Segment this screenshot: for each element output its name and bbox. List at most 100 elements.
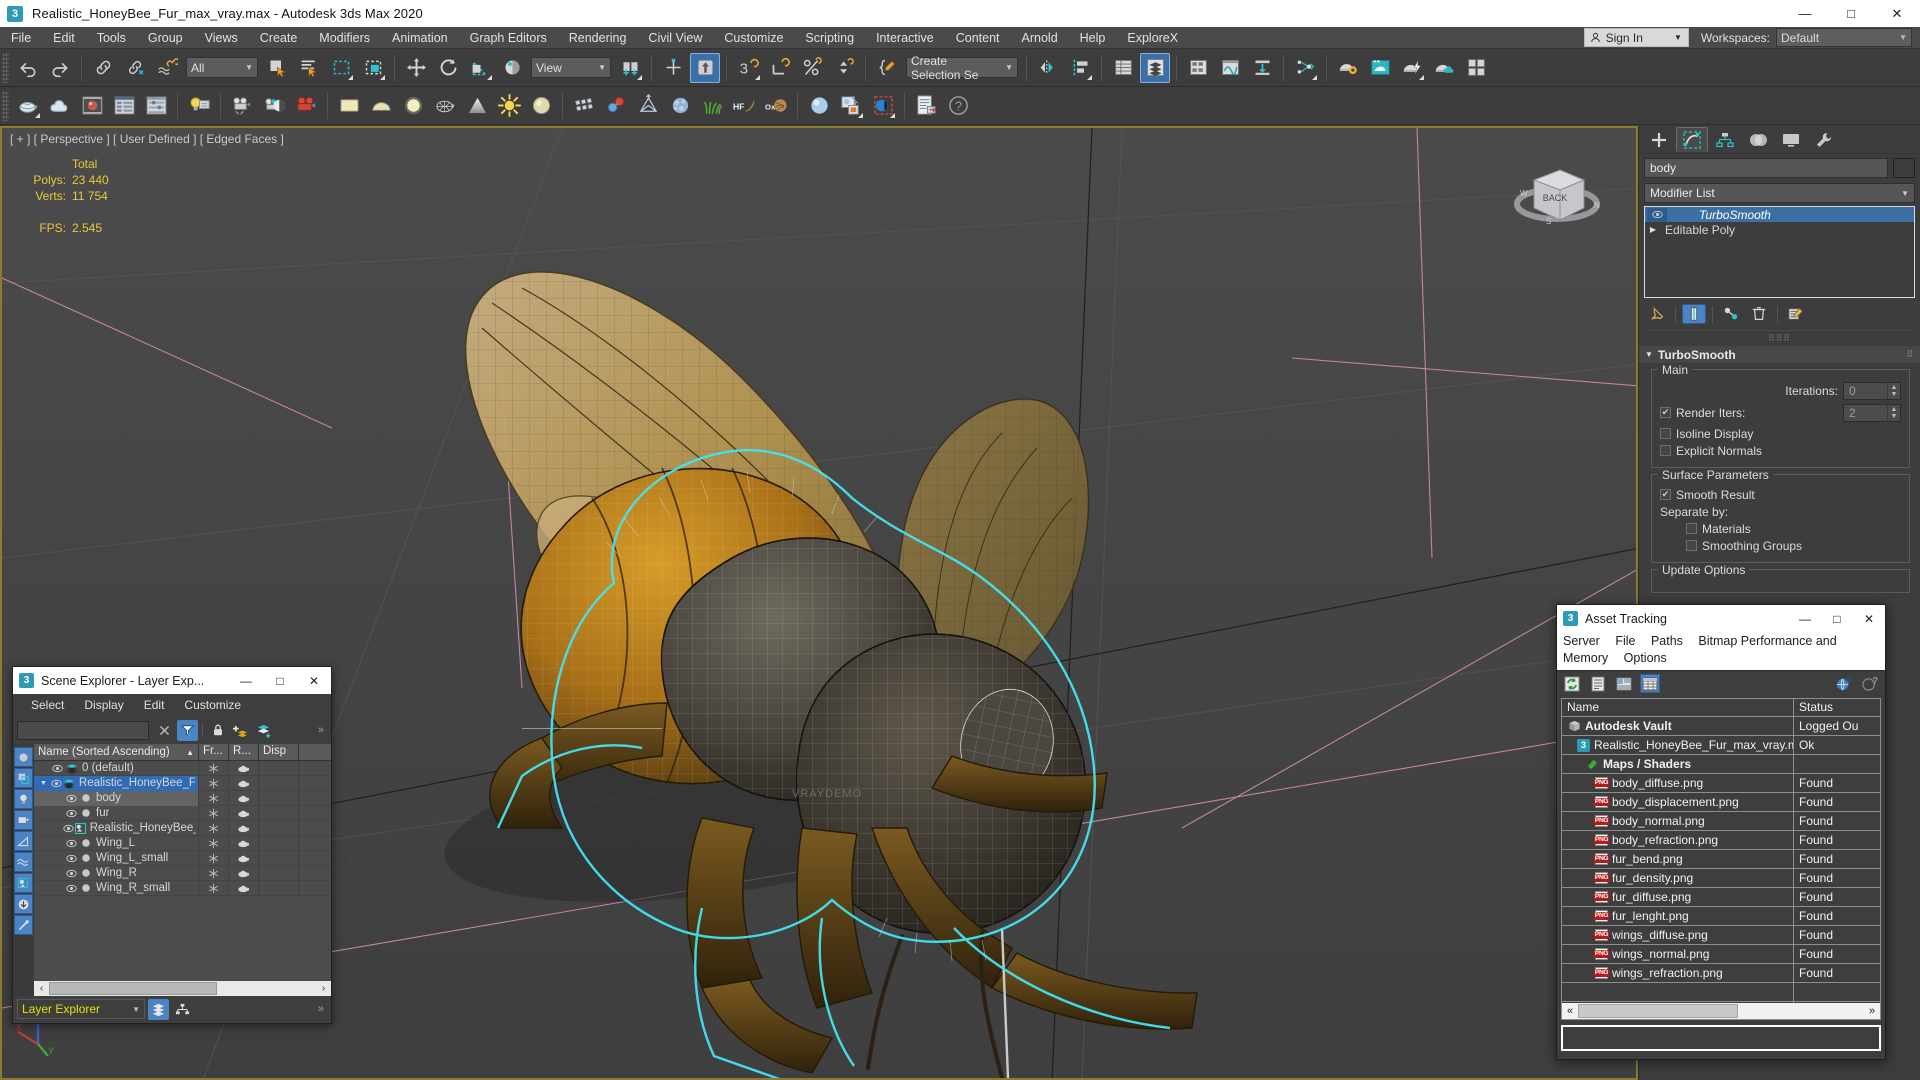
select-object-icon[interactable] bbox=[262, 53, 292, 83]
camera-sequencer-icon[interactable] bbox=[227, 91, 257, 121]
display-cell[interactable] bbox=[259, 760, 299, 776]
curve-editor-icon[interactable] bbox=[1215, 53, 1245, 83]
select-layer-objects-icon[interactable] bbox=[253, 720, 274, 741]
display-cell[interactable] bbox=[259, 775, 299, 791]
renderable-toggle-icon[interactable] bbox=[229, 865, 259, 881]
material-editor-icon[interactable] bbox=[1290, 53, 1320, 83]
se-menu-display[interactable]: Display bbox=[74, 698, 133, 712]
menu-customize[interactable]: Customize bbox=[713, 27, 794, 49]
remove-modifier-icon[interactable] bbox=[1747, 304, 1771, 324]
filter-shapes-icon[interactable] bbox=[14, 768, 33, 788]
expander-icon[interactable]: ▶ bbox=[1647, 225, 1659, 234]
menu-group[interactable]: Group bbox=[137, 27, 194, 49]
toggle-layer-explorer-icon[interactable] bbox=[1140, 52, 1170, 83]
vray-mesh-light-icon[interactable] bbox=[430, 91, 460, 121]
visibility-eye-icon[interactable] bbox=[65, 854, 78, 863]
use-pivot-point-center-icon[interactable] bbox=[615, 53, 645, 83]
scene-explorer-row[interactable]: body bbox=[34, 790, 331, 806]
edit-named-selection-sets-icon[interactable] bbox=[872, 53, 902, 83]
help-question-icon[interactable]: ? bbox=[1860, 674, 1880, 693]
scene-explorer-close[interactable]: ✕ bbox=[297, 667, 331, 694]
toolbar-grip[interactable] bbox=[2, 52, 9, 83]
lock-icon[interactable] bbox=[207, 720, 228, 741]
window-crossing-toggle-icon[interactable] bbox=[358, 53, 388, 83]
vray-hair-farm-icon[interactable]: HF bbox=[729, 91, 759, 121]
scroll-right-icon[interactable]: › bbox=[316, 983, 331, 994]
tab-hierarchy[interactable] bbox=[1709, 127, 1741, 152]
select-by-name-icon[interactable] bbox=[294, 53, 324, 83]
vray-scene-converter-icon[interactable] bbox=[911, 91, 941, 121]
add-layer-icon[interactable] bbox=[230, 720, 251, 741]
iterations-spinner[interactable]: 0 ▲ ▼ bbox=[1843, 381, 1901, 400]
asset-tracking-maximize[interactable]: □ bbox=[1821, 605, 1853, 632]
asset-tracking-row[interactable]: PNG fur_lenght.png Found bbox=[1562, 906, 1880, 926]
menu-edit[interactable]: Edit bbox=[42, 27, 86, 49]
menu-views[interactable]: Views bbox=[194, 27, 249, 49]
tab-display[interactable] bbox=[1775, 127, 1807, 152]
at-menu-paths[interactable]: Paths bbox=[1651, 634, 1689, 648]
layer-view-icon[interactable] bbox=[148, 998, 169, 1020]
column-header-name[interactable]: Name bbox=[1562, 699, 1794, 716]
physical-camera-exposure-icon[interactable] bbox=[259, 91, 289, 121]
se-menu-customize[interactable]: Customize bbox=[174, 698, 251, 712]
view-cube[interactable]: BACK W N S bbox=[1502, 146, 1612, 246]
display-cell[interactable] bbox=[259, 835, 299, 851]
filter-space-warps-icon[interactable] bbox=[14, 852, 33, 872]
asset-tracking-row[interactable]: PNG body_diffuse.png Found bbox=[1562, 773, 1880, 793]
visibility-eye-icon[interactable] bbox=[65, 809, 78, 818]
column-header-frozen[interactable]: Fr... bbox=[199, 744, 229, 760]
filter-icon[interactable] bbox=[177, 719, 198, 741]
turbosmooth-rollup-header[interactable]: ▼ TurboSmooth ⠿ bbox=[1639, 346, 1920, 363]
vray-fur-grass-icon[interactable] bbox=[697, 91, 727, 121]
scene-explorer-row[interactable]: Wing_L bbox=[34, 835, 331, 851]
menu-graph-editors[interactable]: Graph Editors bbox=[459, 27, 558, 49]
isoline-display-checkbox[interactable] bbox=[1660, 428, 1671, 439]
mirror-icon[interactable] bbox=[1033, 53, 1063, 83]
sign-in-button[interactable]: Sign In ▼ bbox=[1583, 28, 1689, 47]
rectangular-selection-region-icon[interactable] bbox=[326, 53, 356, 83]
vray-frame-buffer-icon[interactable] bbox=[868, 91, 898, 121]
at-menu-server[interactable]: Server bbox=[1563, 634, 1606, 648]
filter-geometry-icon[interactable] bbox=[14, 747, 33, 767]
explicit-normals-row[interactable]: Explicit Normals bbox=[1660, 442, 1901, 459]
asset-tracking-row[interactable]: 3 Realistic_HoneyBee_Fur_max_vray.max Ok bbox=[1562, 735, 1880, 755]
asset-tracking-row[interactable]: PNG wings_normal.png Found bbox=[1562, 944, 1880, 964]
light-lister-icon[interactable] bbox=[184, 91, 214, 121]
asset-tracking-row[interactable]: PNG fur_bend.png Found bbox=[1562, 849, 1880, 869]
asset-tracking-horizontal-scrollbar[interactable]: « » bbox=[1562, 1003, 1880, 1019]
spinner-snap-toggle-icon[interactable] bbox=[829, 53, 859, 83]
bind-to-space-warp-icon[interactable] bbox=[152, 53, 182, 83]
scene-explorer-maximize[interactable]: □ bbox=[263, 667, 297, 694]
select-and-rotate-icon[interactable] bbox=[433, 53, 463, 83]
scene-explorer-row[interactable]: Wing_R bbox=[34, 865, 331, 881]
vray-ies-light-icon[interactable] bbox=[462, 91, 492, 121]
asset-tracking-row[interactable]: Maps / Shaders bbox=[1562, 754, 1880, 774]
footer-overflow-icon[interactable]: » bbox=[318, 1003, 327, 1015]
show-end-result-icon[interactable] bbox=[1682, 304, 1706, 324]
menu-create[interactable]: Create bbox=[249, 27, 309, 49]
scene-explorer-row[interactable]: Realistic_HoneyBee_Fur bbox=[34, 820, 331, 836]
selection-filter-select[interactable]: All ▼ bbox=[186, 57, 258, 78]
vray-plane-icon[interactable] bbox=[334, 91, 364, 121]
cloud-icon[interactable] bbox=[45, 91, 75, 121]
menu-civil-view[interactable]: Civil View bbox=[637, 27, 713, 49]
display-cell[interactable] bbox=[259, 790, 299, 806]
asset-tracking-row[interactable]: Autodesk Vault Logged Ou bbox=[1562, 716, 1880, 736]
tab-modify[interactable] bbox=[1676, 127, 1708, 152]
render-in-cloud-icon[interactable] bbox=[1429, 53, 1459, 83]
snaps-toggle-3d-icon[interactable]: 3 bbox=[733, 53, 763, 83]
scene-explorer-row[interactable]: Wing_R_small bbox=[34, 880, 331, 896]
menu-tools[interactable]: Tools bbox=[86, 27, 137, 49]
visibility-eye-icon[interactable] bbox=[65, 794, 78, 803]
select-and-link-icon[interactable] bbox=[88, 53, 118, 83]
menu-scripting[interactable]: Scripting bbox=[794, 27, 865, 49]
vray-sphere-light-icon[interactable] bbox=[398, 91, 428, 121]
scroll-left-icon[interactable]: « bbox=[1562, 1005, 1578, 1017]
menu-animation[interactable]: Animation bbox=[381, 27, 459, 49]
asset-tracking-row[interactable] bbox=[1562, 982, 1880, 1002]
hierarchy-view-icon[interactable] bbox=[172, 999, 193, 1020]
close-button[interactable]: ✕ bbox=[1874, 0, 1920, 27]
vray-bitmap-to-texture-icon[interactable] bbox=[836, 91, 866, 121]
at-menu-options[interactable]: Options bbox=[1624, 651, 1673, 665]
column-header-render[interactable]: R... bbox=[229, 744, 259, 760]
